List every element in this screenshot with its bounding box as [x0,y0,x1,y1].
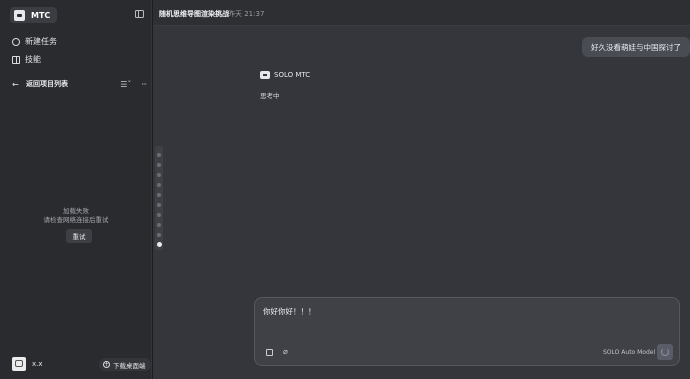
app-name: MTC [31,10,51,20]
chat-title: 随机思维导图渲染挑战 [159,10,229,18]
send-button[interactable] [657,344,673,360]
user-message-bubble: 好久没看萌娃与中国探讨了 [582,37,690,57]
message-nav-dot[interactable] [157,163,161,167]
message-nav-dot-active[interactable] [156,242,162,247]
message-nav-dot[interactable] [157,203,161,207]
message-nav-dot[interactable] [157,173,161,177]
more-options-icon[interactable]: ··· [141,80,147,89]
message-nav-dot[interactable] [157,193,161,197]
download-icon: + [103,361,110,368]
user-profile[interactable]: x.x [12,357,43,371]
message-nav-dot[interactable] [157,233,161,237]
arrow-left-icon[interactable]: ← [12,80,20,89]
avatar [12,357,26,371]
workspace-switcher[interactable]: MTC [10,7,58,23]
download-desktop-button[interactable]: + 下载桌面端 [99,358,151,371]
message-nav-dot[interactable] [157,213,161,217]
model-selector[interactable]: SOLO Auto Model [603,349,655,356]
app-logo-icon [14,9,25,21]
new-task-label: 新建任务 [25,37,57,46]
sidebar: MTC 新建任务 技能 ← 返回项目列表 ☰ˇ ··· 加载失败 请检查网络连接… [0,0,152,379]
retry-button[interactable]: 重试 [66,229,92,243]
back-to-projects-link[interactable]: 返回项目列表 [26,79,120,89]
sidebar-toggle-icon[interactable] [135,10,144,18]
assistant-status: 思考中 [260,92,280,100]
chat-plus-icon [12,37,20,46]
assistant-header: SOLO MTC [260,71,310,79]
message-composer[interactable]: 你好你好！！！ ⌀ SOLO Auto Model [254,297,680,366]
book-icon [12,55,20,64]
attachment-icon[interactable]: ⌀ [283,347,288,356]
sort-list-icon[interactable]: ☰ˇ [120,80,131,89]
chat-header: 随机思维导图渲染挑战 昨天 21:37 [153,0,690,26]
skills-label: 技能 [25,55,41,64]
load-error-description: 请检查网络连接后重试 [43,216,109,224]
edit-icon[interactable] [266,349,273,356]
message-nav-dot[interactable] [157,223,161,227]
assistant-name: SOLO MTC [274,71,311,79]
assistant-logo-icon [260,71,270,79]
skills-button[interactable]: 技能 [12,54,41,65]
new-task-button[interactable]: 新建任务 [12,36,57,47]
project-list-header: ← 返回项目列表 ☰ˇ ··· [12,79,147,89]
message-nav-dot[interactable] [157,153,161,157]
message-input[interactable]: 你好你好！！！ [263,306,316,317]
username: x.x [32,360,43,368]
download-label: 下载桌面端 [113,361,146,370]
message-nav-dot[interactable] [157,183,161,187]
chat-timestamp: 昨天 21:37 [228,10,265,18]
